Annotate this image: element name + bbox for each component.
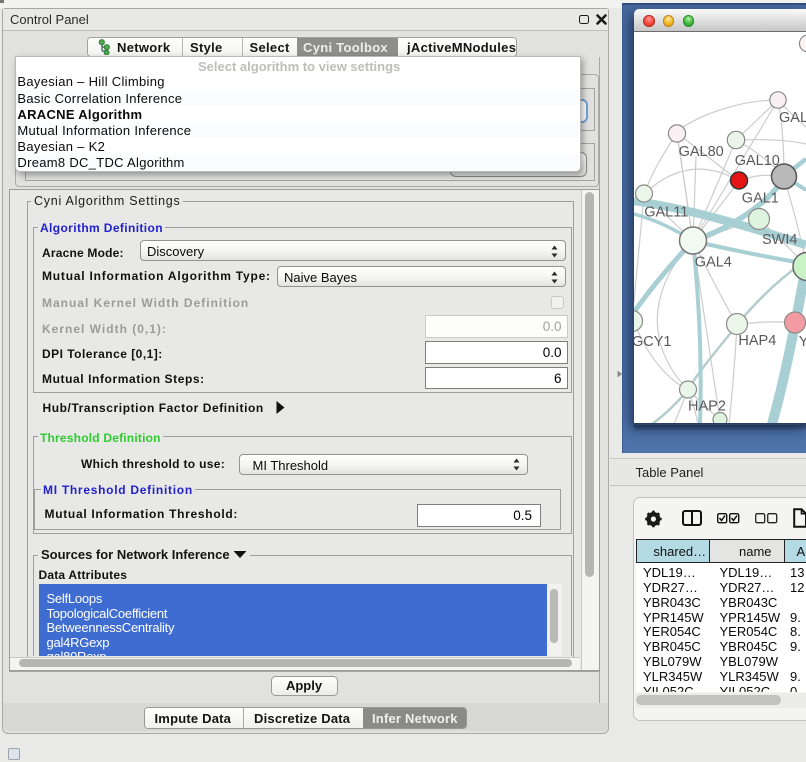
svg-text:GAL: GAL (779, 110, 806, 126)
svg-text:HAP2: HAP2 (688, 398, 726, 414)
svg-text:GAL10: GAL10 (735, 153, 780, 169)
svg-text:GAL4: GAL4 (695, 254, 732, 270)
svg-text:GAL80: GAL80 (679, 144, 724, 160)
svg-text:HAP4: HAP4 (738, 332, 776, 348)
svg-text:GAL11: GAL11 (644, 204, 688, 220)
svg-text:SWI4: SWI4 (762, 232, 797, 248)
svg-text:GAL1: GAL1 (742, 190, 779, 206)
svg-text:GCY1: GCY1 (634, 334, 672, 350)
svg-text:Y: Y (799, 334, 806, 350)
